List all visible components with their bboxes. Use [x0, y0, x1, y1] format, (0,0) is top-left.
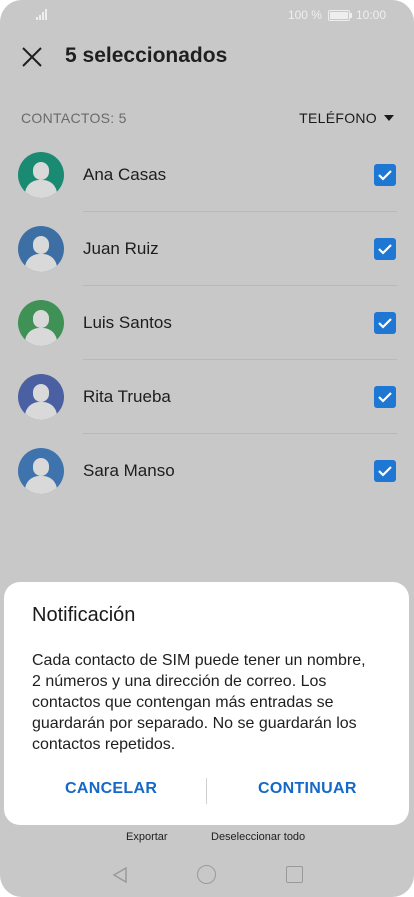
clock: 10:00 — [355, 8, 386, 22]
recent-apps-icon[interactable] — [286, 866, 303, 883]
contact-row[interactable]: Luis Santos — [0, 286, 414, 360]
contact-row[interactable]: Rita Trueba — [0, 360, 414, 434]
checkmark-icon — [378, 466, 392, 477]
contact-checkbox[interactable] — [374, 238, 396, 260]
caret-down-icon — [384, 115, 394, 121]
contact-name: Juan Ruiz — [83, 239, 159, 258]
continue-button[interactable]: CONTINUAR — [258, 780, 357, 798]
deselect-label: Deseleccionar todo — [211, 831, 306, 843]
checkmark-icon — [378, 170, 392, 181]
contact-checkbox[interactable] — [374, 164, 396, 186]
dialog-message: Cada contacto de SIM puede tener un nomb… — [32, 652, 366, 753]
avatar — [18, 374, 64, 420]
checkmark-icon — [378, 392, 392, 403]
contact-checkbox[interactable] — [374, 312, 396, 334]
avatar — [18, 300, 64, 346]
battery-percent: 100 % — [287, 8, 322, 22]
close-icon[interactable] — [20, 45, 44, 69]
contact-checkbox[interactable] — [374, 460, 396, 482]
checkmark-icon — [378, 244, 392, 255]
contact-name: Rita Trueba — [83, 387, 171, 406]
contact-name: Luis Santos — [83, 313, 172, 332]
avatar — [18, 152, 64, 198]
button-divider — [206, 778, 207, 804]
home-icon[interactable] — [197, 865, 216, 884]
dialog-actions: CANCELAR CONTINUAR — [4, 776, 409, 806]
contact-list: Ana Casas Juan Ruiz Luis Santos Rita Tru… — [0, 138, 414, 508]
contact-row[interactable]: Ana Casas — [0, 138, 414, 212]
contact-name: Ana Casas — [83, 165, 167, 184]
contact-checkbox[interactable] — [374, 386, 396, 408]
cancel-button[interactable]: CANCELAR — [65, 780, 157, 798]
checkmark-icon — [378, 318, 392, 329]
contacts-count: CONTACTOS: 5 — [21, 110, 127, 126]
contact-row[interactable]: Sara Manso — [0, 434, 414, 508]
contact-name: Sara Manso — [83, 461, 175, 480]
back-icon[interactable] — [111, 866, 129, 884]
avatar — [18, 448, 64, 494]
system-nav-bar — [0, 860, 414, 897]
avatar — [18, 226, 64, 272]
account-dropdown[interactable]: TELÉFONO — [299, 110, 394, 126]
dialog-title: Notificación — [32, 604, 136, 626]
app-bar: 5 seleccionados — [0, 30, 414, 86]
contact-row[interactable]: Juan Ruiz — [0, 212, 414, 286]
status-bar: 100 % 10:00 — [0, 0, 414, 30]
page-title: 5 seleccionados — [65, 44, 228, 67]
phone-screen: 100 % 10:00 5 seleccionados CONTACTOS: 5… — [0, 0, 414, 897]
export-label: Exportar — [126, 831, 168, 843]
notification-dialog: Notificación Cada contacto de SIM puede … — [4, 582, 409, 825]
battery-icon — [327, 9, 352, 21]
signal-icon — [36, 8, 50, 20]
account-dropdown-label: TELÉFONO — [299, 110, 377, 126]
list-header: CONTACTOS: 5 TELÉFONO — [0, 100, 414, 136]
